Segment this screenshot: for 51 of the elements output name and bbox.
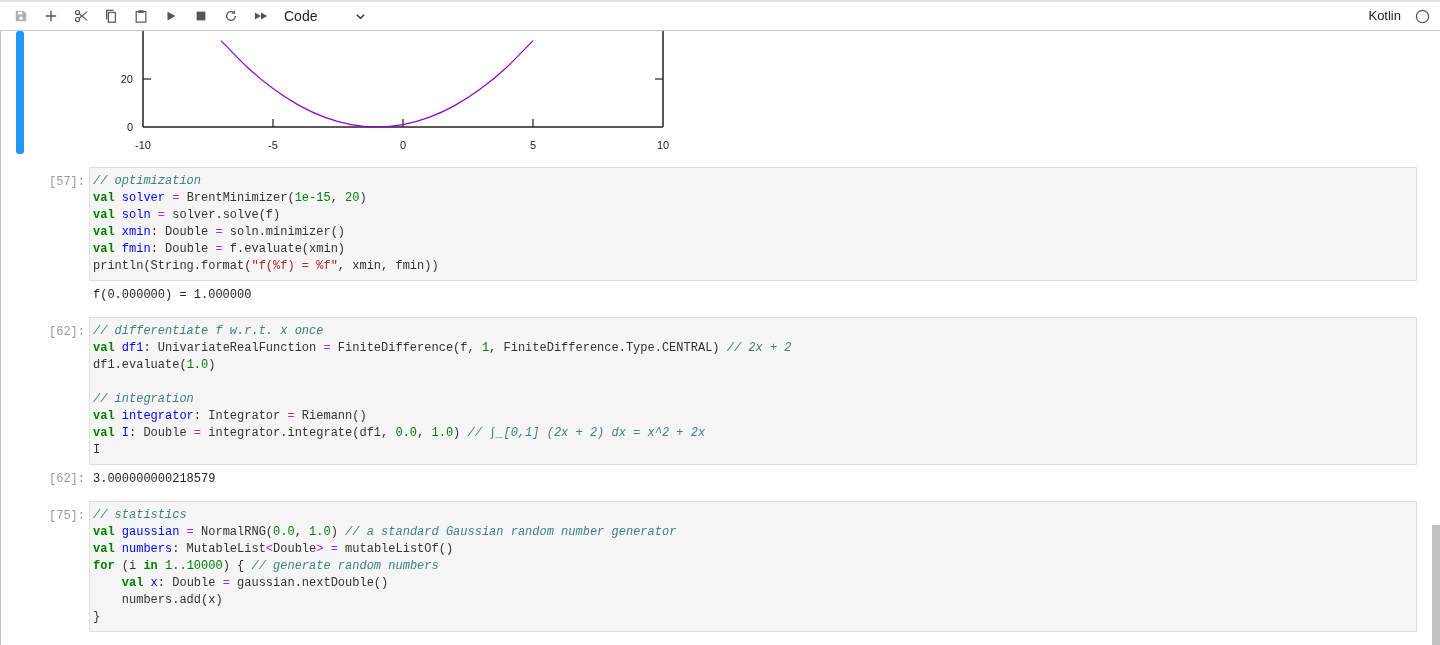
code-line: val I: Double = integrator.integrate(df1, 0.0, 1.0) // ∫_[0,1] (2x + 2) dx = x^2 + 2x <box>93 425 707 442</box>
copy-icon <box>104 9 118 23</box>
code-cell[interactable] <box>89 167 1417 281</box>
stop-icon <box>194 9 208 23</box>
x-tick-label: 10 <box>656 139 670 151</box>
code-cell[interactable] <box>89 501 1417 632</box>
clipboard-icon <box>134 9 148 23</box>
y-tick <box>142 78 152 80</box>
scissors-icon <box>74 9 88 23</box>
output-prompt: [62]: <box>48 471 86 488</box>
code-line: I <box>93 442 102 459</box>
x-tick <box>402 118 404 128</box>
code-line: val gaussian = NormalRNG(0.0, 1.0) // a standard Gaussian random number generator <box>93 524 678 541</box>
x-tick-label: 0 <box>399 139 407 151</box>
code-line: for (i in 1..10000) { // generate random numbers <box>93 558 440 575</box>
code-line: numbers.add(x) <box>120 592 224 609</box>
output-text: f(0.000000) = 1.000000 <box>92 287 253 304</box>
x-tick-label: -10 <box>135 139 151 151</box>
cell-prompt: [62]: <box>48 324 86 341</box>
cell-prompt: [75]: <box>48 508 86 525</box>
cell-type-dropdown[interactable]: Code <box>284 4 370 28</box>
cell-prompt: [57]: <box>48 174 86 191</box>
x-tick <box>272 118 274 128</box>
x-tick-label: -5 <box>268 139 278 151</box>
kernel-name: Kotlin <box>1368 7 1401 26</box>
code-line: // optimization <box>93 173 203 190</box>
code-line: // statistics <box>93 507 188 524</box>
code-line: val x: Double = gaussian.nextDouble() <box>120 575 390 592</box>
code-line: val integrator: Integrator = Riemann() <box>93 408 368 425</box>
x-tick-label: 5 <box>529 139 537 151</box>
code-cell[interactable] <box>89 317 1417 465</box>
code-line: val numbers: MutableList<Double> = mutableListOf() <box>93 541 455 558</box>
output-text: 3.000000000218579 <box>92 471 217 488</box>
code-line: } <box>93 609 102 626</box>
code-line: // integration <box>93 391 195 408</box>
code-line: val solver = BrentMinimizer(1e-15, 20) <box>93 190 368 207</box>
y-tick <box>654 78 664 80</box>
save-icon <box>14 9 28 23</box>
add-icon <box>44 9 58 23</box>
y-tick-label: 0 <box>126 121 133 133</box>
code-line: val xmin: Double = soln.minimizer() <box>93 224 347 241</box>
code-line: // differentiate f w.r.t. x once <box>93 323 325 340</box>
code-line: val soln = solver.solve(f) <box>93 207 282 224</box>
scrollbar-thumb[interactable] <box>1432 525 1440 645</box>
code-line: val df1: UnivariateRealFunction = FiniteDifference(f, 1, FiniteDifference.Type.CENTRAL) // 2x + 2 <box>93 340 793 357</box>
restart-icon <box>224 9 238 23</box>
code-line: df1.evaluate(1.0) <box>93 357 217 374</box>
code-line: println(String.format("f(%f) = %f", xmin, fmin)) <box>93 258 440 275</box>
x-tick <box>532 118 534 128</box>
code-line: val fmin: Double = f.evaluate(xmin) <box>93 241 347 258</box>
y-tick-label: 20 <box>120 73 133 85</box>
